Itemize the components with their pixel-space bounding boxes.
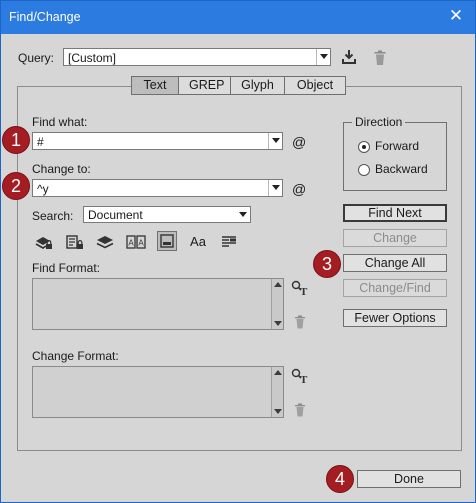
search-scope-value: Document bbox=[88, 208, 143, 222]
special-characters-find-icon[interactable]: @ bbox=[292, 134, 306, 150]
svg-text:T: T bbox=[300, 286, 308, 296]
direction-title: Direction bbox=[352, 115, 406, 129]
find-next-button[interactable]: Find Next bbox=[343, 204, 447, 222]
delete-query-icon[interactable] bbox=[370, 48, 390, 68]
chevron-down-icon[interactable] bbox=[268, 180, 282, 196]
clear-change-format-icon[interactable] bbox=[290, 400, 310, 420]
special-characters-change-icon[interactable]: @ bbox=[292, 181, 306, 197]
scroll-down-icon[interactable] bbox=[274, 409, 282, 414]
chevron-down-icon bbox=[316, 49, 330, 65]
tab-glyph[interactable]: Glyph bbox=[231, 76, 285, 95]
include-master-pages-icon[interactable]: AA bbox=[126, 232, 146, 252]
change-to-value: ^y bbox=[37, 182, 49, 196]
find-format-box[interactable] bbox=[32, 278, 284, 330]
callout-badge-1: 1 bbox=[2, 126, 30, 154]
chevron-down-icon bbox=[236, 207, 250, 222]
forward-label[interactable]: Forward bbox=[375, 139, 419, 153]
include-locked-stories-icon[interactable] bbox=[65, 232, 85, 252]
query-dropdown[interactable]: [Custom] bbox=[63, 48, 331, 66]
query-value: [Custom] bbox=[68, 51, 117, 65]
backward-label[interactable]: Backward bbox=[375, 162, 428, 176]
done-button[interactable]: Done bbox=[357, 470, 461, 488]
save-query-icon[interactable] bbox=[339, 47, 359, 67]
scroll-down-icon[interactable] bbox=[274, 321, 282, 326]
search-scope-dropdown[interactable]: Document bbox=[83, 206, 251, 223]
scrollbar[interactable] bbox=[271, 279, 283, 329]
change-button[interactable]: Change bbox=[343, 229, 447, 247]
search-mode-tabs: Text GREP Glyph Object bbox=[131, 76, 346, 95]
forward-radio[interactable] bbox=[358, 141, 370, 153]
callout-badge-3: 3 bbox=[313, 250, 341, 278]
tab-grep[interactable]: GREP bbox=[179, 76, 231, 95]
change-find-button[interactable]: Change/Find bbox=[343, 279, 447, 297]
clear-find-format-icon[interactable] bbox=[290, 312, 310, 332]
find-what-value: # bbox=[37, 135, 44, 149]
fewer-options-button[interactable]: Fewer Options bbox=[343, 309, 447, 327]
callout-badge-2: 2 bbox=[2, 172, 30, 200]
backward-radio[interactable] bbox=[358, 164, 370, 176]
find-format-label: Find Format: bbox=[32, 261, 101, 275]
change-format-box[interactable] bbox=[32, 366, 284, 418]
find-change-dialog: Find/Change ✕ Query: [Custom] Text GREP … bbox=[0, 0, 476, 503]
find-what-label: Find what: bbox=[32, 115, 88, 129]
scroll-up-icon[interactable] bbox=[274, 282, 282, 287]
direction-group bbox=[343, 122, 447, 191]
search-label: Search: bbox=[32, 209, 74, 223]
scroll-up-icon[interactable] bbox=[274, 370, 282, 375]
chevron-down-icon[interactable] bbox=[268, 133, 282, 149]
query-label: Query: bbox=[18, 51, 55, 65]
find-what-field[interactable]: # bbox=[32, 132, 283, 150]
whole-word-icon[interactable] bbox=[219, 232, 239, 252]
title-bar[interactable]: Find/Change ✕ bbox=[1, 1, 475, 34]
case-sensitive-icon[interactable]: Aa bbox=[188, 231, 208, 251]
change-all-button[interactable]: Change All bbox=[343, 254, 447, 272]
svg-text:A: A bbox=[138, 239, 144, 248]
window-title: Find/Change bbox=[9, 10, 81, 24]
close-icon[interactable]: ✕ bbox=[441, 2, 471, 30]
tab-text[interactable]: Text bbox=[131, 76, 179, 95]
callout-badge-4: 4 bbox=[326, 465, 354, 493]
tab-object[interactable]: Object bbox=[285, 76, 346, 95]
change-to-field[interactable]: ^y bbox=[32, 179, 283, 197]
svg-text:T: T bbox=[300, 374, 308, 384]
include-footnotes-icon[interactable] bbox=[157, 231, 177, 251]
specify-change-format-icon[interactable]: T bbox=[290, 366, 310, 386]
include-locked-layers-icon[interactable] bbox=[34, 232, 54, 252]
change-to-label: Change to: bbox=[32, 162, 91, 176]
specify-find-format-icon[interactable]: T bbox=[290, 278, 310, 298]
change-format-label: Change Format: bbox=[32, 349, 119, 363]
scrollbar[interactable] bbox=[271, 367, 283, 417]
svg-text:A: A bbox=[128, 239, 134, 248]
include-hidden-layers-icon[interactable] bbox=[95, 232, 115, 252]
